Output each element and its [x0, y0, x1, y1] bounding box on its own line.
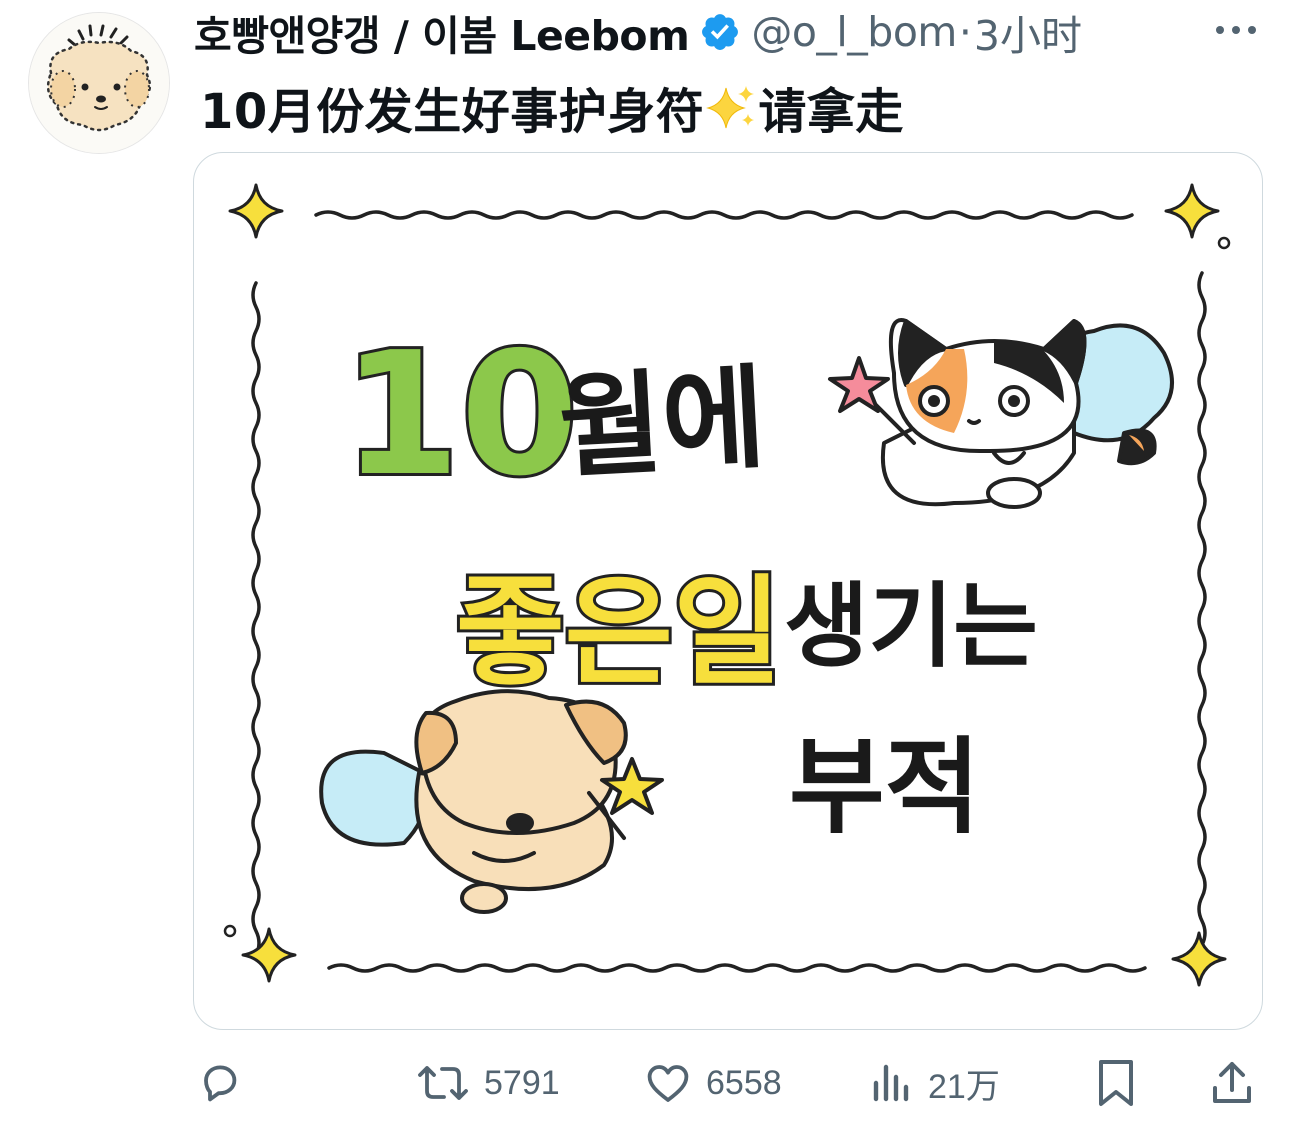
views-button[interactable]: 21万: [870, 1048, 1000, 1118]
reply-button[interactable]: [196, 1048, 244, 1118]
border-left: [251, 281, 261, 957]
image-line2-word: 생기는: [784, 573, 1038, 680]
more-dots-icon: [1216, 26, 1256, 34]
bookmark-button[interactable]: [1094, 1048, 1138, 1118]
tweet-actions: 5791 6558 21万: [0, 1048, 1290, 1118]
corner-sparkle-tl: [228, 183, 284, 239]
image-line1-word: 월에: [556, 353, 769, 494]
image-line1-number: 10: [342, 316, 579, 514]
separator: ·: [958, 8, 972, 56]
border-top: [314, 210, 1134, 220]
talisman-illustration: 10 월에 좋은일 생기는 부적: [223, 183, 1231, 987]
sparkles-icon: [704, 84, 758, 132]
retweet-count: 5791: [484, 1063, 560, 1102]
corner-sparkle-bl: [241, 927, 297, 983]
image-line3-word: 부적: [789, 726, 980, 848]
avatar[interactable]: [28, 12, 170, 154]
verified-badge-icon[interactable]: [699, 11, 741, 53]
heart-icon: [647, 1065, 689, 1102]
tweet-image-card[interactable]: 10 월에 좋은일 생기는 부적: [193, 152, 1263, 1030]
retweet-icon: [418, 1066, 468, 1100]
timestamp[interactable]: 3小时: [974, 2, 1082, 62]
tweet-text: 10月份发生好事护身符 请拿走: [200, 72, 904, 142]
image-line2-highlight: 좋은일: [456, 563, 782, 701]
corner-sparkle-tr: [1164, 183, 1220, 239]
like-button[interactable]: 6558: [644, 1048, 782, 1118]
corner-sparkle-br: [1171, 931, 1227, 987]
retweet-button[interactable]: 5791: [416, 1048, 560, 1118]
views-icon: [873, 1064, 909, 1102]
cat-angel-illustration: [828, 318, 1174, 509]
display-name[interactable]: 호빵앤양갱 / 이봄 Leebom: [194, 2, 690, 62]
like-count: 6558: [706, 1063, 782, 1102]
share-icon: [1213, 1062, 1251, 1103]
tweet-header: 호빵앤양갱 / 이봄 Leebom @o_l_bom · 3小时: [194, 4, 1082, 60]
tweet-text-part-2: 请拿走: [758, 84, 904, 140]
reply-icon: [204, 1065, 237, 1102]
border-bottom: [327, 963, 1147, 973]
share-button[interactable]: [1208, 1048, 1256, 1118]
more-options-button[interactable]: [1212, 14, 1260, 46]
border-right: [1197, 271, 1207, 971]
bookmark-icon: [1099, 1060, 1133, 1106]
tweet-text-part-1: 10月份发生好事护身符: [200, 84, 705, 140]
views-count: 21万: [928, 1067, 1000, 1106]
puppy-avatar-icon: [29, 13, 169, 153]
dog-angel-illustration: [319, 689, 664, 914]
handle[interactable]: @o_l_bom: [751, 8, 957, 56]
